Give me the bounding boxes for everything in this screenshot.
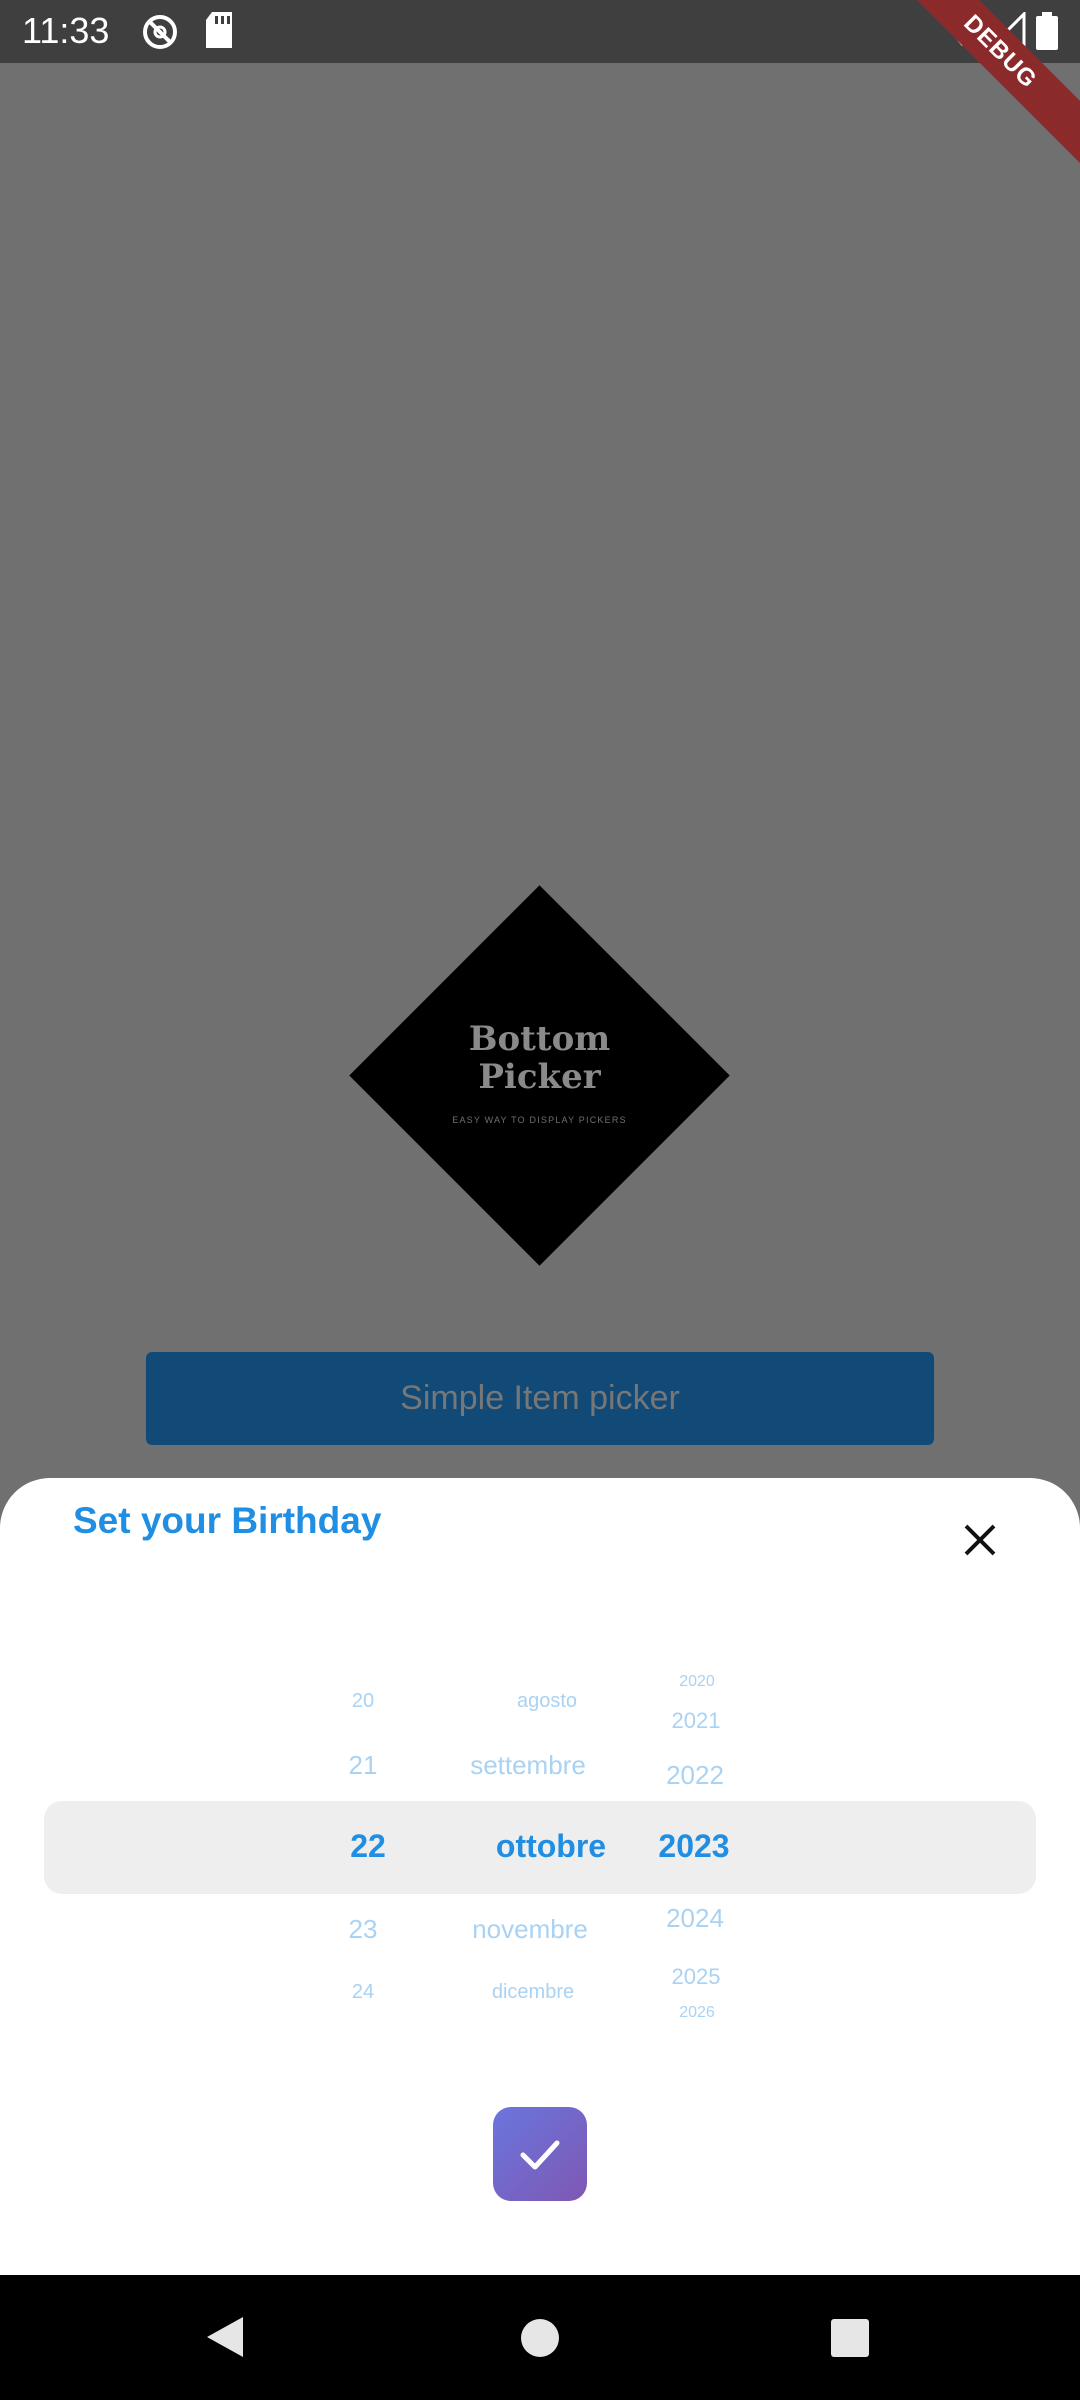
year-item[interactable]: 2026 <box>647 2004 747 2022</box>
home-icon[interactable] <box>519 2317 561 2359</box>
day-item[interactable]: 20 <box>323 1690 403 1713</box>
recents-icon[interactable] <box>831 2319 869 2357</box>
sd-card-icon <box>204 12 234 53</box>
month-item[interactable]: agosto <box>437 1690 657 1713</box>
birthday-bottom-sheet: Set your Birthday 20 21 22 23 24 agosto … <box>0 1478 1080 2275</box>
day-item[interactable]: 23 <box>323 1914 403 1945</box>
day-item[interactable]: 21 <box>323 1750 403 1781</box>
logo-tagline: EASY WAY TO DISPLAY PICKERS <box>452 1115 627 1125</box>
year-item-selected[interactable]: 2023 <box>644 1828 744 1865</box>
year-item[interactable]: 2025 <box>646 1964 746 1990</box>
logo-title-line1: Bottom <box>468 1019 611 1059</box>
battery-icon <box>1036 12 1058 55</box>
navigation-bar <box>0 2275 1080 2400</box>
app-logo: Bottom Picker EASY WAY TO DISPLAY PICKER… <box>349 885 730 1266</box>
month-item[interactable]: settembre <box>418 1750 638 1781</box>
year-item[interactable]: 2021 <box>646 1708 746 1734</box>
month-item[interactable]: dicembre <box>423 1981 643 2004</box>
logo-title-line2: Picker <box>478 1057 601 1097</box>
year-item[interactable]: 2022 <box>645 1760 745 1791</box>
status-bar: 11:33 <box>0 0 1080 63</box>
check-icon <box>520 2140 560 2170</box>
close-icon[interactable] <box>958 1518 1002 1562</box>
logo-title: Bottom Picker <box>349 1020 730 1096</box>
day-item[interactable]: 24 <box>323 1981 403 2004</box>
year-item[interactable]: 2020 <box>647 1673 747 1691</box>
sheet-title: Set your Birthday <box>73 1500 382 1541</box>
back-icon[interactable] <box>203 2315 247 2359</box>
simple-item-picker-button[interactable]: Simple Item picker <box>146 1352 934 1445</box>
day-item-selected[interactable]: 22 <box>323 1828 413 1865</box>
month-item[interactable]: novembre <box>420 1914 640 1945</box>
status-time: 11:33 <box>22 10 110 51</box>
month-item-selected[interactable]: ottobre <box>441 1828 661 1865</box>
year-item[interactable]: 2024 <box>645 1903 745 1934</box>
at-sign-icon <box>140 12 180 57</box>
confirm-button[interactable] <box>493 2107 587 2201</box>
